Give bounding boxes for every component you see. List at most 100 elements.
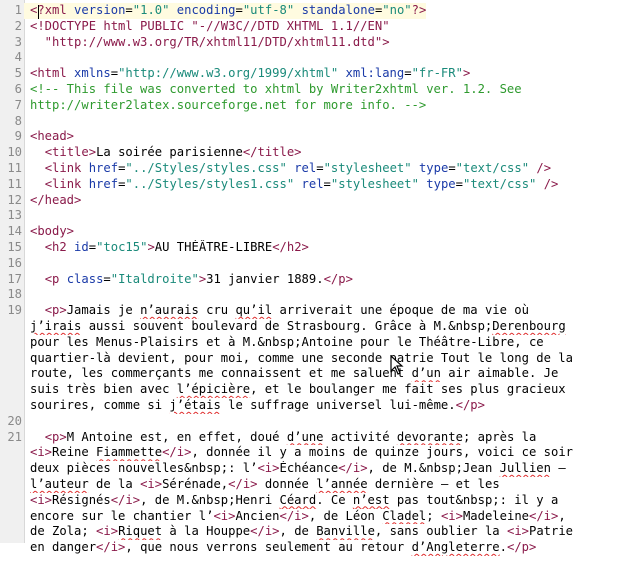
line-text[interactable]: <h2 id="toc15">AU THÉÂTRE-LIBRE</h2> [24,240,309,256]
code-line[interactable]: 2 <!DOCTYPE html PUBLIC "-//W3C//DTD XHTM… [0,19,620,35]
line-number [0,398,24,414]
code-line[interactable]: 19 <p>Jamais je n’aurais cru qu’il arriv… [0,303,620,319]
line-text[interactable] [24,556,30,572]
line-text[interactable]: <link href="../Styles/styles.css" rel="s… [24,161,551,177]
line-number [0,366,24,382]
line-number: 17 [7,271,22,286]
code-line[interactable]: <i>Reine Fiammette</i>, donnée il y a mo… [0,445,620,461]
line-text[interactable]: encore sur le chantier l’<i>Ancien</i>, … [24,509,566,525]
line-text[interactable]: <html xmlns="http://www.w3.org/1999/xhtm… [24,66,470,82]
code-line[interactable]: j’irais aussi souvent boulevard de Stras… [0,319,620,335]
code-line[interactable] [0,556,620,572]
line-text[interactable]: <!DOCTYPE html PUBLIC "-//W3C//DTD XHTML… [24,19,390,35]
code-line[interactable]: l’auteur de la <i>Sérénade,</i> donnée l… [0,477,620,493]
line-text[interactable]: <link href="../Styles/styles1.css" rel="… [24,177,559,193]
line-number: 10 [7,145,22,160]
line-number: 5 [14,66,22,81]
line-number [0,540,24,556]
line-text[interactable]: <i>Reine Fiammette</i>, donnée il y a mo… [24,445,573,461]
code-line[interactable]: 20 [0,414,620,430]
code-line[interactable]: 1<?xml version="1.0" encoding="utf-8" st… [0,3,620,19]
line-text[interactable]: <body> [24,224,74,240]
code-line[interactable]: 15 <h2 id="toc15">AU THÉÂTRE-LIBRE</h2> [0,240,620,256]
code-line[interactable]: en danger</i>, que nous verrons seulemen… [0,540,620,556]
code-line[interactable]: 21 <p>M Antoine est, en effet, doué d’un… [0,430,620,446]
line-number [0,477,24,493]
mouse-pointer-icon [390,355,404,375]
line-text[interactable]: l’auteur de la <i>Sérénade,</i> donnée l… [24,477,500,493]
code-line[interactable]: 18 [0,287,620,303]
code-line[interactable]: sourires, comme si j’étais le suffrage u… [0,398,620,414]
code-line[interactable]: 11 <link href="../Styles/styles.css" rel… [0,161,620,177]
code-line[interactable]: 12 </head> [0,193,620,209]
code-line[interactable]: 17 <p class="Italdroite">31 janvier 1889… [0,272,620,288]
code-line[interactable]: quartier-là devient, pour moi, comme une… [0,351,620,367]
code-line[interactable]: de Zola; <i>Riquet à la Houppe</i>, de B… [0,524,620,540]
line-number: 11 [7,160,22,175]
line-text[interactable] [24,287,30,303]
editor-content[interactable]: 1<?xml version="1.0" encoding="utf-8" st… [0,3,620,572]
line-number [0,509,24,525]
line-number [0,319,24,335]
line-number: 21 [7,429,22,444]
line-text[interactable]: <i>Résignés</i>, de M.&nbsp;Henri Céard.… [24,493,558,509]
line-number: 20 [7,413,22,428]
line-number: 9 [14,129,22,144]
code-line[interactable]: 7 http://writer2latex.sourceforge.net for… [0,98,620,114]
line-number: 11 [7,176,22,191]
line-text[interactable] [24,50,30,66]
line-number [0,556,24,572]
line-text[interactable]: de Zola; <i>Riquet à la Houppe</i>, de B… [24,524,573,540]
line-text[interactable]: suis très bien avec l’épicière, et le bo… [24,382,566,398]
code-line[interactable]: deux pièces nouvelles&nbsp;: l’<i>Échéan… [0,461,620,477]
code-editor[interactable]: 1<?xml version="1.0" encoding="utf-8" st… [0,0,620,554]
line-text[interactable] [24,114,30,130]
line-text[interactable]: sourires, comme si j’étais le suffrage u… [24,398,485,414]
line-text[interactable]: <!-- This file was converted to xhtml by… [24,82,522,98]
line-text[interactable]: <p>Jamais je n’aurais cru qu’il arrivera… [24,303,529,319]
line-text[interactable] [24,208,30,224]
line-text[interactable]: </head> [24,193,81,209]
line-text[interactable]: en danger</i>, que nous verrons seulemen… [24,540,536,556]
line-text[interactable]: "http://www.w3.org/TR/xhtml11/DTD/xhtml1… [24,35,390,51]
line-text[interactable]: <?xml version="1.0" encoding="utf-8" sta… [24,3,427,19]
code-line[interactable]: 6 <!-- This file was converted to xhtml b… [0,82,620,98]
code-line[interactable]: pour les Menus-Plaisirs et à M.&nbsp;Ant… [0,335,620,351]
code-line[interactable]: 13 [0,208,620,224]
line-text[interactable]: route, les commerçants me connaissent et… [24,366,558,382]
line-number [0,382,24,398]
line-text[interactable]: <p>M Antoine est, en effet, doué d’une a… [24,430,537,446]
line-text[interactable]: <head> [24,129,74,145]
line-text[interactable]: quartier-là devient, pour moi, comme une… [24,351,573,367]
code-line[interactable]: route, les commerçants me connaissent et… [0,366,620,382]
line-text[interactable] [24,256,30,272]
code-line[interactable]: 10 <title>La soirée parisienne</title> [0,145,620,161]
code-line[interactable]: 5 <html xmlns="http://www.w3.org/1999/xht… [0,66,620,82]
line-number: 7 [14,97,22,112]
line-number [0,524,24,540]
line-number: 1 [14,3,22,17]
line-text[interactable]: http://writer2latex.sourceforge.net for … [24,98,426,114]
line-text[interactable] [24,414,30,430]
code-line[interactable]: encore sur le chantier l’<i>Ancien</i>, … [0,509,620,525]
code-line[interactable]: 4 [0,50,620,66]
code-line[interactable]: 3 "http://www.w3.org/TR/xhtml11/DTD/xhtm… [0,35,620,51]
code-line[interactable]: 9 <head> [0,129,620,145]
code-line[interactable]: 14 <body> [0,224,620,240]
line-number: 19 [7,303,22,318]
line-text[interactable]: deux pièces nouvelles&nbsp;: l’<i>Échéan… [24,461,566,477]
code-line[interactable]: suis très bien avec l’épicière, et le bo… [0,382,620,398]
line-text[interactable]: pour les Menus-Plaisirs et à M.&nbsp;Ant… [24,335,544,351]
line-number: 3 [14,34,22,49]
code-line[interactable]: 16 [0,256,620,272]
line-text[interactable]: j’irais aussi souvent boulevard de Stras… [24,319,566,335]
code-line[interactable]: 11 <link href="../Styles/styles1.css" re… [0,177,620,193]
code-line[interactable]: 8 [0,114,620,130]
code-line[interactable]: <i>Résignés</i>, de M.&nbsp;Henri Céard.… [0,493,620,509]
line-number: 14 [7,224,22,239]
line-text[interactable]: <title>La soirée parisienne</title> [24,145,302,161]
line-text[interactable]: <p class="Italdroite">31 janvier 1889.</… [24,272,353,288]
line-number [0,445,24,461]
line-number: 16 [7,255,22,270]
line-number: 18 [7,287,22,302]
